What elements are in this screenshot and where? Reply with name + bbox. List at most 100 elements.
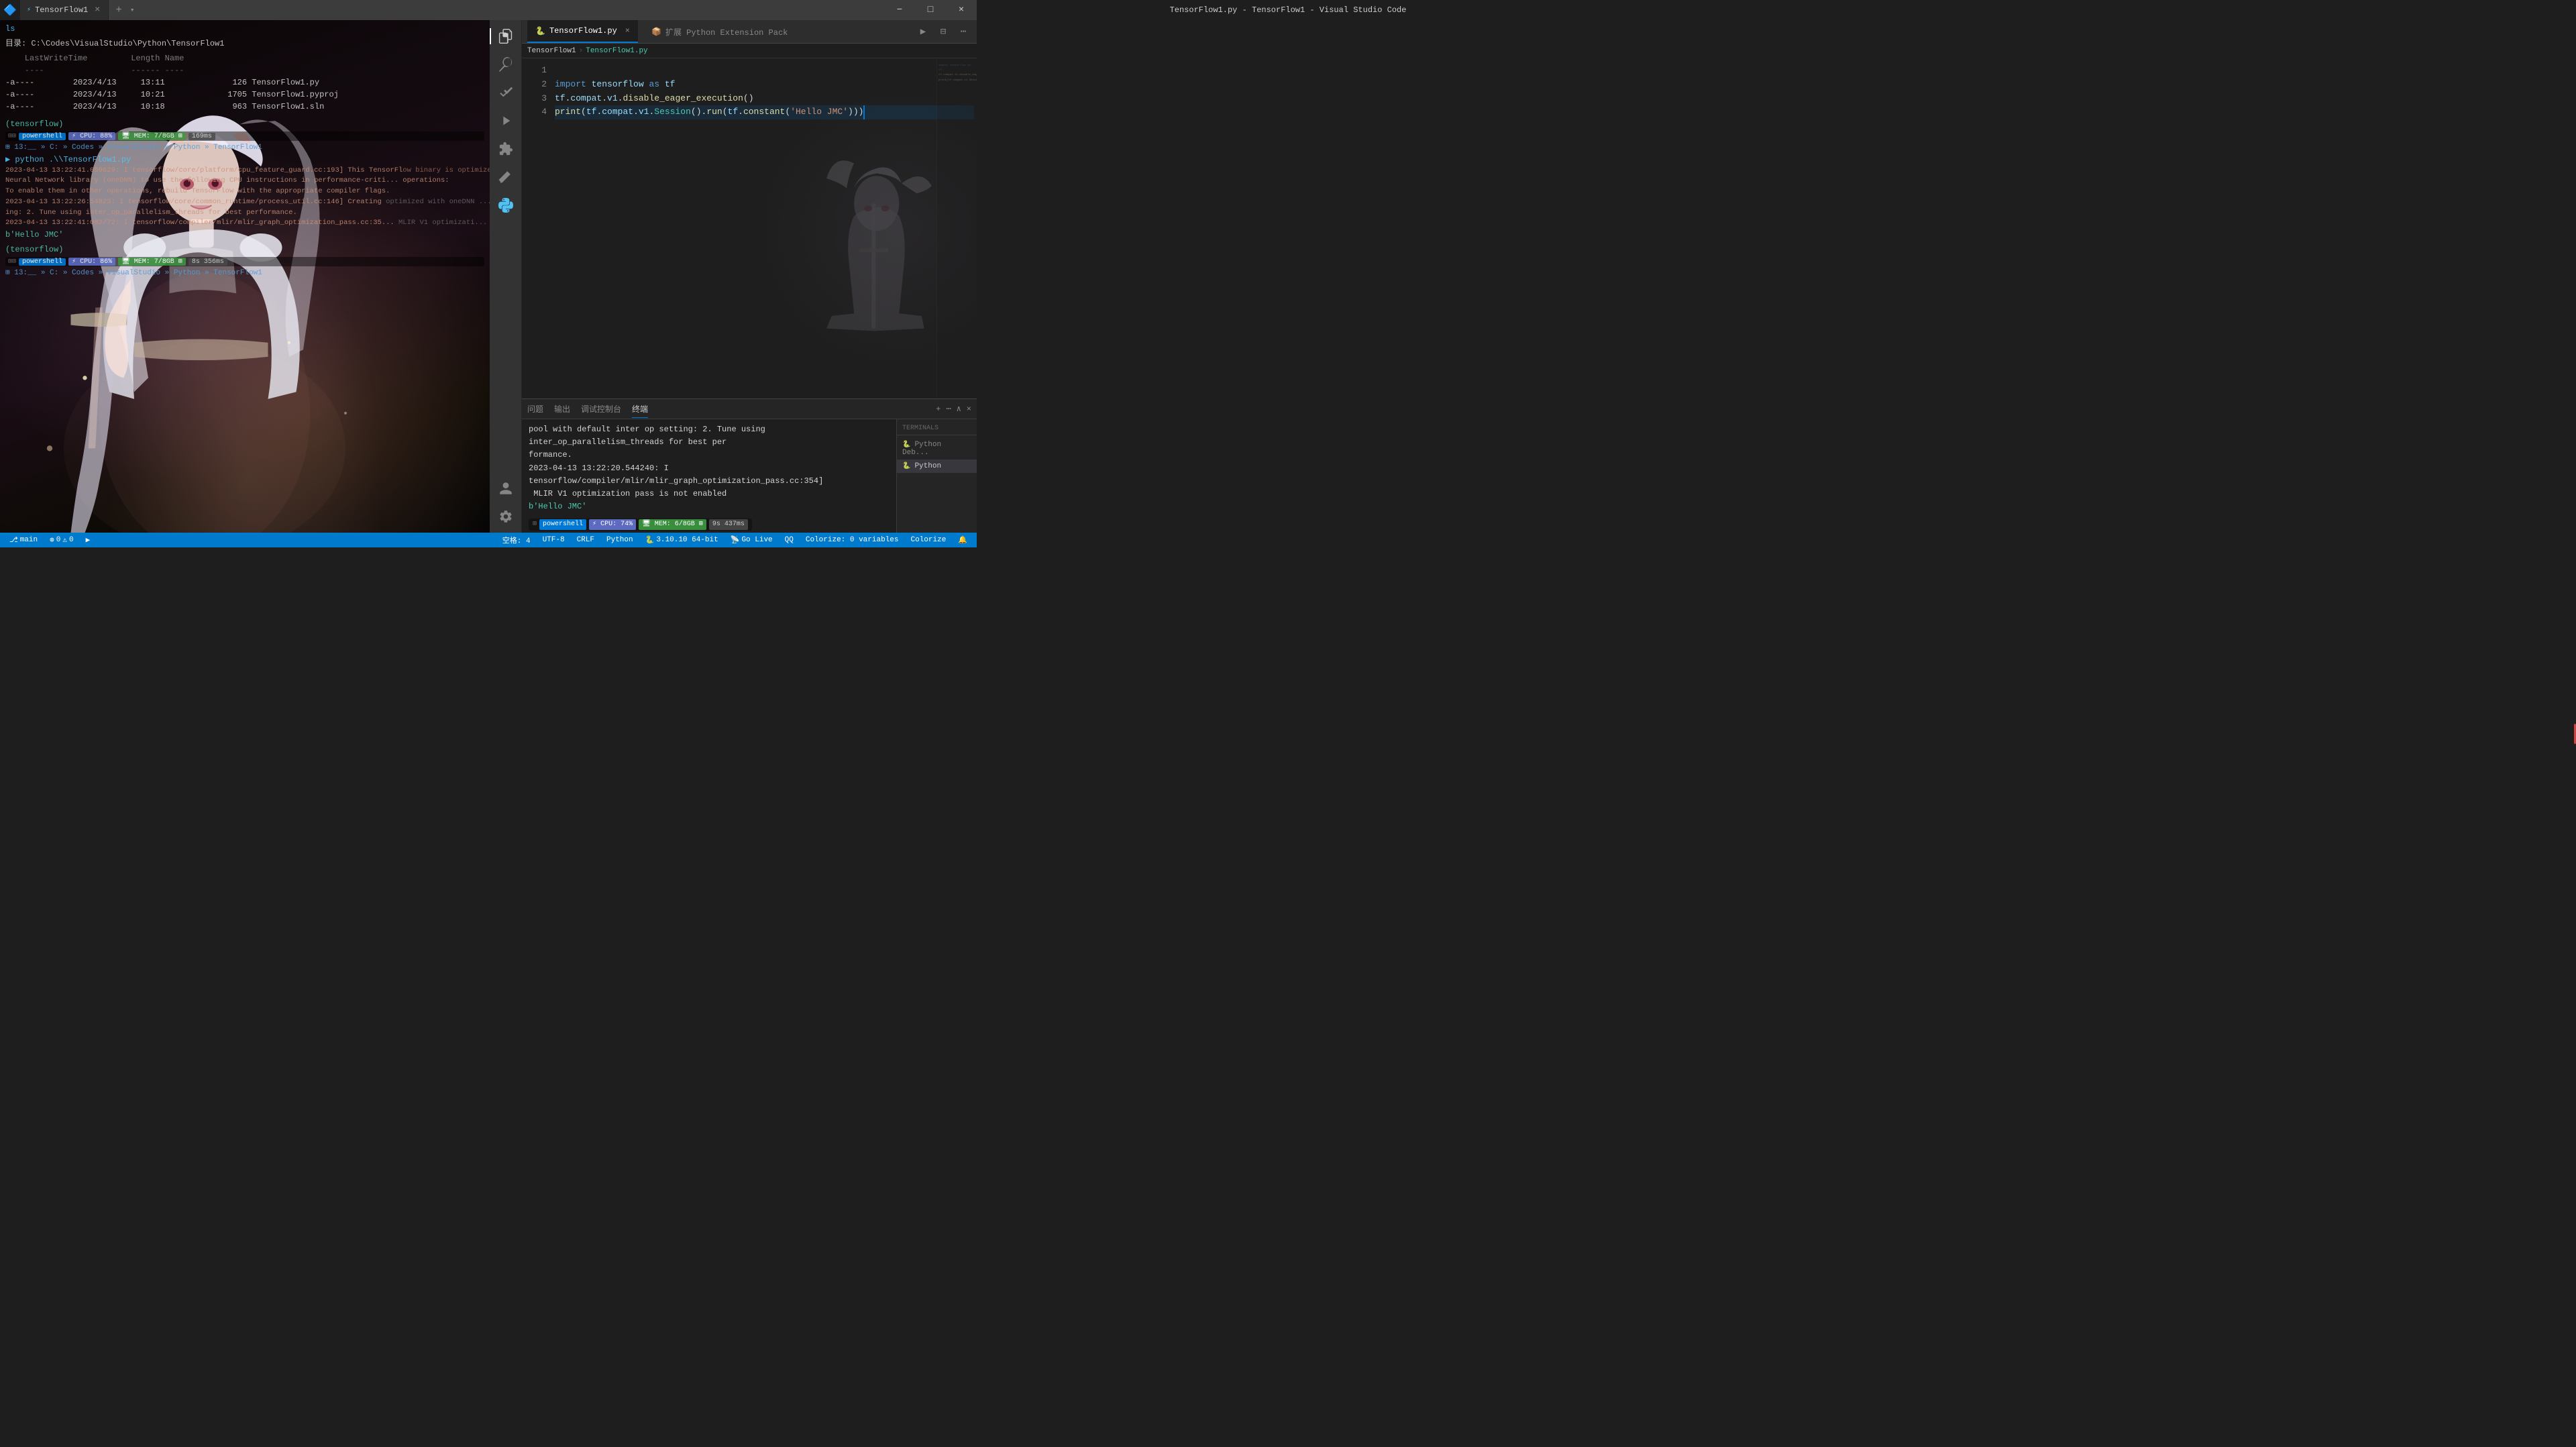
term-tab-debug[interactable]: 调试控制台 [581,400,621,417]
ps-badge-shell: powershell [19,133,66,140]
ps-badge-shell-2: powershell [19,258,66,266]
status-branch-btn[interactable]: ⎇ main [7,535,40,545]
breadcrumb-root[interactable]: TensorFlow1 [527,47,576,55]
title-bar-right: − □ × [884,0,977,20]
terminal-content: ls 目录: C:\Codes\VisualStudio\Python\Tens… [0,20,490,533]
status-run-btn[interactable]: ▶ [83,535,93,545]
editor-tab-close-btn[interactable]: × [625,26,630,36]
ps-nav-2: ⊞ 13:__ » C: » Codes » VisualStudio » Py… [5,268,484,279]
tab-label: TensorFlow1 [35,5,88,15]
tab-close-btn[interactable]: × [92,5,103,15]
activity-explorer-icon[interactable] [492,23,519,50]
term-log-4: 2023-04-13 13:22:26:54823: I tensorflow/… [5,197,484,208]
python-icon: 🐍 [645,535,655,545]
editor-terminal-area: 🐍 TensorFlow1.py × 📦 扩展 Python Extension… [522,20,977,533]
more-actions-btn[interactable]: ⋯ [955,23,971,40]
editor-tab-actions: ▶ ⊟ ⋯ [915,23,971,40]
editor-tab-filename: TensorFlow1.py [549,26,617,36]
code-line-1 [555,64,974,78]
split-editor-btn[interactable]: ⊟ [935,23,951,40]
status-language: Python [606,536,633,544]
breadcrumb: TensorFlow1 › TensorFlow1.py [522,44,977,58]
editor-tab-extension[interactable]: 📦 扩展 Python Extension Pack [643,26,796,38]
term-body[interactable]: pool with default inter op setting: 2. T… [522,419,896,533]
status-golive-btn[interactable]: 📡 Go Live [728,535,775,545]
status-spaces: 空格: 4 [502,535,531,545]
maximize-btn[interactable]: □ [915,0,946,20]
line-num-1: 1 [522,64,547,78]
status-qq-btn[interactable]: QQ [782,536,796,544]
term-tab-output[interactable]: 输出 [554,400,570,417]
term-dir: 目录: C:\Codes\VisualStudio\Python\TensorF… [5,38,484,50]
status-python-version-btn[interactable]: 🐍 3.10.10 64-bit [643,535,721,545]
term-tab-terminal[interactable]: 终端 [632,400,648,418]
terminal-actions: + ⋯ ∧ × [936,404,971,414]
main-area: ls 目录: C:\Codes\VisualStudio\Python\Tens… [0,20,977,533]
terminal-add-btn[interactable]: + [936,405,941,414]
editor-tab-tensorflow[interactable]: 🐍 TensorFlow1.py × [527,20,638,43]
new-tab-btn[interactable]: + [110,0,127,20]
sidebar-term-python-debug[interactable]: 🐍 Python Deb... [897,438,977,460]
run-icon: ▶ [86,535,91,545]
status-notifications-btn[interactable]: 🔔 [955,535,970,545]
status-colorize-btn[interactable]: Colorize: 0 variables [803,536,902,544]
activity-test-icon[interactable] [492,164,519,191]
tab-tensorflow1[interactable]: ⚡ TensorFlow1 × [20,0,110,20]
tab-file-icon: 🐍 [535,26,545,36]
close-btn[interactable]: × [946,0,977,20]
activity-bar [490,20,522,533]
error-icon: ⊗ [50,535,54,545]
breadcrumb-file[interactable]: TensorFlow1.py [586,47,647,55]
ps-nav-1: ⊞ 13:__ » C: » Codes » VisualStudio » Py… [5,142,484,154]
terminal-more-btn[interactable]: ⋯ [946,404,951,414]
warning-icon: ⚠ [62,535,67,545]
golive-icon: 📡 [731,535,740,545]
status-errors-btn[interactable]: ⊗ 0 ⚠ 0 [47,535,76,545]
activity-account-icon[interactable] [492,475,519,502]
vscode-area: 🐍 TensorFlow1.py × 📦 扩展 Python Extension… [490,20,977,533]
activity-git-icon[interactable] [492,79,519,106]
title-bar-left: 🔷 ⚡ TensorFlow1 × + ▾ [0,0,137,20]
status-spaces-btn[interactable]: 空格: 4 [500,535,533,545]
activity-settings-icon[interactable] [492,503,519,530]
editor-tab-bar: 🐍 TensorFlow1.py × 📦 扩展 Python Extension… [522,20,977,44]
status-encoding-btn[interactable]: UTF-8 [540,536,568,544]
minimize-btn[interactable]: − [884,0,915,20]
status-language-btn[interactable]: Python [604,536,636,544]
ps-bottom-cpu: ⚡ CPU: 74% [589,519,636,530]
title-bar: 🔷 ⚡ TensorFlow1 × + ▾ TensorFlow1.py - T… [0,0,977,20]
ps-bar-2: ⊞⊞ powershell ⚡ CPU: 86% 🖥 MEM: 7/8GB ⊞ … [5,257,484,266]
term-cmd-ls: ls [5,23,484,35]
status-line-ending-btn[interactable]: CRLF [574,536,597,544]
code-content[interactable]: import tensorflow as tf tf.compat.v1.dis… [552,58,977,398]
status-colorize-name-btn[interactable]: Colorize [908,536,949,544]
activity-search-icon[interactable] [492,51,519,78]
terminal-maximize-btn[interactable]: ∧ [957,404,961,414]
tab-nav-btn[interactable]: ▾ [127,5,138,15]
terminal-close-btn[interactable]: × [967,405,971,414]
ps-bottom-nav: 13:22 | C: ⊞ Codes ⊞ VisualStudio ⊞ Pyth… [529,532,890,533]
activity-python-icon[interactable] [492,192,519,219]
code-line-3: tf.compat.v1.disable_eager_execution() [555,92,974,106]
term-log-2: Neural Network library (oneDNN) to use t… [5,176,484,186]
line-num-3: 3 [522,92,547,106]
term-log-3: To enable them in other operations, rebu… [5,186,484,197]
ps-badge-mem-2: 🖥 MEM: 7/8GB ⊞ [118,258,186,266]
bc-sep-1: › [579,47,584,55]
term-tab-problems[interactable]: 问题 [527,400,543,417]
status-qq: QQ [785,536,794,544]
activity-extensions-icon[interactable] [492,136,519,162]
sidebar-term-python[interactable]: 🐍 Python [897,460,977,473]
term-out-1: pool with default inter op setting: 2. T… [529,423,890,449]
status-bar: ⎇ main ⊗ 0 ⚠ 0 ▶ 空格: 4 UTF-8 CRLF [0,533,977,547]
sidebar-term-label-2: Python [914,462,941,470]
code-editor[interactable]: 1 2 3 4 import tensorflow as tf tf.compa… [522,58,977,398]
status-errors: 0 [56,536,61,544]
run-python-btn[interactable]: ▶ [915,23,931,40]
terminal-panel-left: ls 目录: C:\Codes\VisualStudio\Python\Tens… [0,20,490,533]
status-right: 空格: 4 UTF-8 CRLF Python 🐍 3.10.10 64-bit… [500,535,970,545]
status-left: ⎇ main ⊗ 0 ⚠ 0 ▶ [7,535,93,545]
activity-run-icon[interactable] [492,107,519,134]
term-file-2: -a---- 2023/4/13 10:21 1705 TensorFlow1.… [5,89,484,101]
status-encoding: UTF-8 [543,536,565,544]
